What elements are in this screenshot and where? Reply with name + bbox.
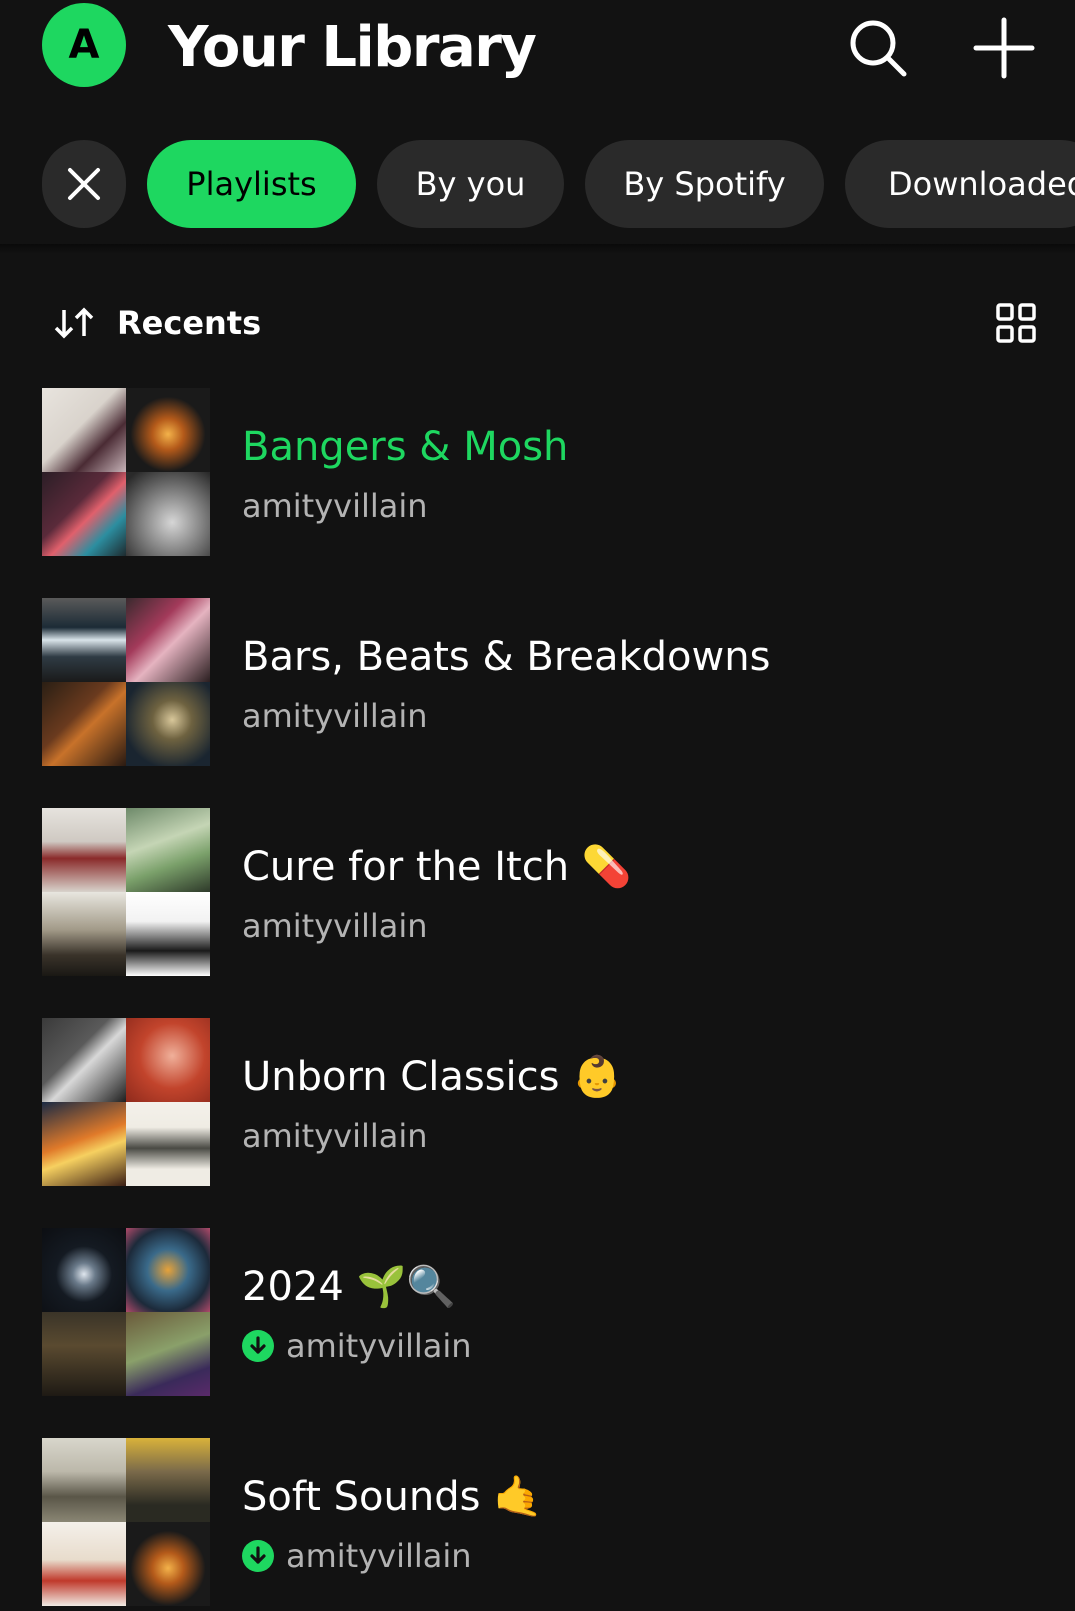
playlist-name: 2024 🌱🔍 — [242, 1264, 457, 1310]
playlist-meta: amityvillain — [242, 904, 428, 948]
grid-view-icon — [996, 303, 1036, 343]
sort-bar: Recents — [0, 290, 1075, 356]
playlist-meta: amityvillain — [242, 1324, 472, 1368]
playlist-owner: amityvillain — [286, 1537, 472, 1575]
playlist-name: Soft Sounds 🤙 — [242, 1474, 543, 1520]
library-header: A Your Library Playlists By you By Spoti… — [0, 0, 1075, 245]
header-divider — [0, 244, 1075, 254]
playlist-name: Bars, Beats & Breakdowns — [242, 634, 771, 680]
list-item[interactable]: Cure for the Itch 💊 amityvillain — [0, 808, 1075, 976]
playlist-owner: amityvillain — [286, 1327, 472, 1365]
playlist-cover — [42, 1018, 210, 1186]
playlist-owner: amityvillain — [242, 1117, 428, 1155]
list-item[interactable]: Soft Sounds 🤙 amityvillain — [0, 1438, 1075, 1606]
avatar-letter: A — [68, 22, 100, 68]
filter-chips: Playlists By you By Spotify Downloaded — [0, 140, 1075, 228]
playlist-meta: amityvillain — [242, 1534, 472, 1578]
page-title: Your Library — [168, 15, 537, 80]
profile-avatar[interactable]: A — [42, 3, 126, 87]
playlist-name: Bangers & Mosh — [242, 424, 569, 470]
list-item[interactable]: Bars, Beats & Breakdowns amityvillain — [0, 598, 1075, 766]
chip-playlists[interactable]: Playlists — [147, 140, 356, 228]
playlist-cover — [42, 388, 210, 556]
downloaded-icon — [242, 1330, 274, 1362]
view-toggle-button[interactable] — [995, 302, 1037, 348]
playlist-cover — [42, 1228, 210, 1396]
playlist-meta: amityvillain — [242, 1114, 428, 1158]
playlist-meta: amityvillain — [242, 484, 428, 528]
sort-button[interactable] — [52, 302, 96, 348]
close-icon — [68, 168, 100, 200]
playlist-meta: amityvillain — [242, 694, 428, 738]
chip-by-you[interactable]: By you — [377, 140, 564, 228]
plus-icon — [973, 17, 1035, 79]
playlist-name: Cure for the Itch 💊 — [242, 844, 632, 890]
playlist-owner: amityvillain — [242, 697, 428, 735]
list-item[interactable]: Bangers & Mosh amityvillain — [0, 388, 1075, 556]
chip-downloaded[interactable]: Downloaded — [845, 140, 1075, 228]
clear-filter-button[interactable] — [42, 140, 126, 228]
playlist-name: Unborn Classics 👶 — [242, 1054, 622, 1100]
playlist-owner: amityvillain — [242, 487, 428, 525]
playlist-cover — [42, 1438, 210, 1606]
playlist-cover — [42, 598, 210, 766]
list-item[interactable]: 2024 🌱🔍 amityvillain — [0, 1228, 1075, 1396]
create-button[interactable] — [966, 10, 1042, 86]
search-button[interactable] — [840, 10, 916, 86]
list-item[interactable]: Unborn Classics 👶 amityvillain — [0, 1018, 1075, 1186]
playlist-cover — [42, 808, 210, 976]
chip-by-spotify[interactable]: By Spotify — [585, 140, 824, 228]
sort-label[interactable]: Recents — [117, 302, 261, 344]
downloaded-icon — [242, 1540, 274, 1572]
search-icon — [850, 20, 907, 77]
playlist-owner: amityvillain — [242, 907, 428, 945]
sort-arrows-icon — [54, 307, 94, 339]
